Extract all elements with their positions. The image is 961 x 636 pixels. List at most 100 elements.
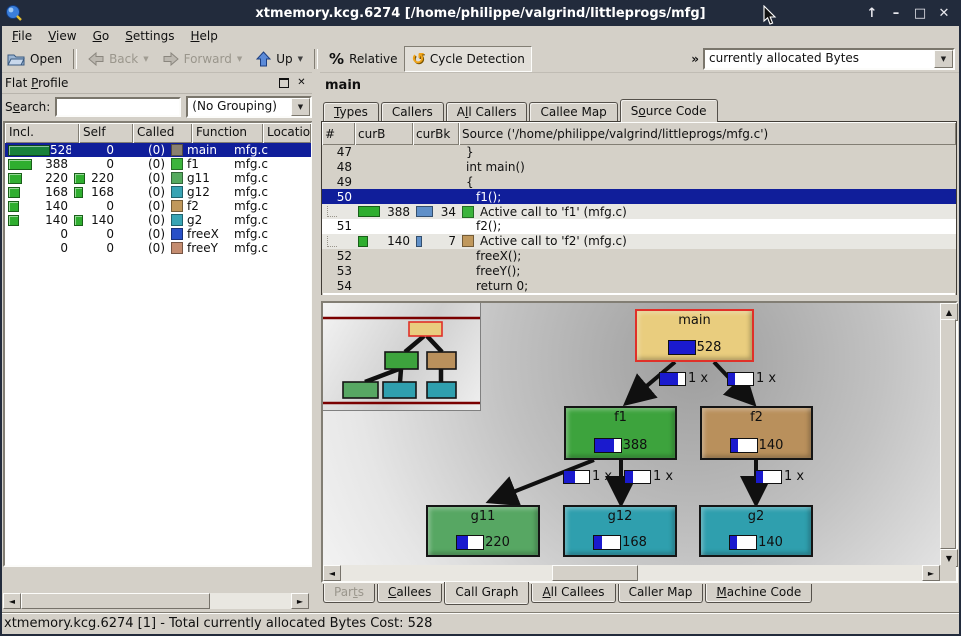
search-input[interactable] [55, 97, 181, 117]
back-button[interactable]: Back ▼ [81, 46, 156, 72]
source-call-row[interactable]: 38834Active call to 'f1' (mfg.c) [322, 204, 956, 219]
scroll-left-icon[interactable]: ◄ [323, 565, 341, 581]
dock-close-button[interactable]: ✕ [294, 76, 309, 89]
source-line-47[interactable]: 47} [322, 145, 956, 160]
source-call-row[interactable]: 1407Active call to 'f2' (mfg.c) [322, 234, 956, 249]
tab-callee-map[interactable]: Callee Map [529, 102, 617, 121]
menu-settings[interactable]: Settings [117, 28, 182, 44]
flat-profile-hscrollbar[interactable]: ◄ ► [3, 593, 309, 609]
search-row: Search: (No Grouping) ▼ [2, 94, 312, 120]
up-button[interactable]: Up ▼ [249, 46, 310, 72]
graph-node-g12[interactable]: g12 168 [563, 505, 677, 557]
flat-profile-row-g11[interactable]: 220220(0)g11mfg.c [5, 171, 311, 185]
column-header-incl[interactable]: Incl. [5, 123, 79, 143]
tab-callees[interactable]: Callees [377, 584, 442, 603]
forward-arrow-icon [163, 52, 179, 66]
curbk-cost-bar [416, 236, 422, 247]
tab-machine-code[interactable]: Machine Code [705, 584, 812, 603]
scroll-thumb[interactable] [940, 319, 956, 549]
graph-node-main[interactable]: main528 [635, 309, 754, 362]
scroll-thumb[interactable] [21, 593, 210, 609]
curbk-cost-bar [416, 206, 433, 217]
scroll-left-icon[interactable]: ◄ [3, 593, 21, 609]
forward-dropdown-icon[interactable]: ▼ [237, 55, 242, 63]
back-dropdown-icon[interactable]: ▼ [143, 55, 148, 63]
flat-profile-row-main[interactable]: 5280(0)mainmfg.c [5, 143, 311, 157]
graph-node-g11[interactable]: g11220 [426, 505, 540, 557]
self-value: 0 [106, 227, 114, 241]
flat-profile-row-g2[interactable]: 140140(0)g2mfg.c [5, 213, 311, 227]
combo-dropdown-icon[interactable]: ▼ [291, 98, 310, 116]
call-graph-canvas[interactable]: main528f1388f2140g11220g12168g21401 x1 x… [323, 303, 940, 565]
source-line-51[interactable]: 51f2(); [322, 219, 956, 234]
mouse-cursor [763, 5, 777, 26]
column-header-self[interactable]: Self [79, 123, 133, 143]
source-line-49[interactable]: 49{ [322, 175, 956, 190]
statusbar: xtmemory.kcg.6274 [1] - Total currently … [0, 612, 961, 634]
dock-float-button[interactable] [276, 76, 291, 89]
flat-profile-row-freeY[interactable]: 00(0)freeYmfg.c [5, 241, 311, 255]
menu-file[interactable]: File [4, 28, 40, 44]
event-type-combobox[interactable]: currently allocated Bytes ▼ [703, 48, 955, 70]
scroll-right-icon[interactable]: ► [922, 565, 940, 581]
curb-value: 140 [387, 234, 410, 248]
scroll-thumb[interactable] [552, 565, 638, 581]
up-dropdown-icon[interactable]: ▼ [298, 55, 303, 63]
graph-node-g2[interactable]: g2140 [699, 505, 813, 557]
source-column-curb[interactable]: curB [355, 122, 413, 145]
flat-profile-row-freeX[interactable]: 00(0)freeXmfg.c [5, 227, 311, 241]
shade-button[interactable]: ↑ [863, 6, 881, 21]
flat-profile-row-f2[interactable]: 1400(0)f2mfg.c [5, 199, 311, 213]
function-color-icon [171, 172, 183, 184]
combo-dropdown-icon[interactable]: ▼ [934, 50, 953, 68]
curbk-value: 7 [448, 234, 456, 248]
self-value: 220 [91, 171, 114, 185]
close-button[interactable]: ✕ [935, 6, 953, 21]
tab-source-code[interactable]: Source Code [620, 99, 718, 122]
tab-types[interactable]: Types [323, 102, 379, 121]
column-header-location[interactable]: Location [263, 123, 311, 143]
tab-callers[interactable]: Callers [381, 102, 444, 121]
open-button[interactable]: Open [0, 46, 69, 72]
source-column-source[interactable]: Source ('/home/philippe/valgrind/littlep… [459, 122, 956, 145]
tab-caller-map[interactable]: Caller Map [618, 584, 704, 603]
tab-all-callees[interactable]: All Callees [531, 584, 615, 603]
tab-all-callers[interactable]: All Callers [446, 102, 528, 121]
node-label: g12 [608, 509, 633, 524]
source-line-53[interactable]: 53freeY(); [322, 263, 956, 278]
scroll-right-icon[interactable]: ► [291, 593, 309, 609]
column-header-called[interactable]: Called [133, 123, 192, 143]
graph-node-f2[interactable]: f2140 [700, 406, 813, 460]
source-line-50[interactable]: 50f1(); [322, 189, 956, 204]
column-header-function[interactable]: Function [192, 123, 263, 143]
source-column-num[interactable]: # [322, 122, 355, 145]
vertical-splitter[interactable] [312, 72, 320, 612]
relative-button[interactable]: % Relative [322, 46, 404, 72]
flat-profile-row-f1[interactable]: 3880(0)f1mfg.c [5, 157, 311, 171]
menu-help[interactable]: Help [182, 28, 225, 44]
node-cost-bar [668, 340, 696, 355]
curb-value: 388 [387, 205, 410, 219]
source-column-curbk[interactable]: curBk [413, 122, 459, 145]
minimize-button[interactable]: – [887, 6, 905, 21]
node-cost-value: 168 [622, 535, 647, 550]
graph-node-f1[interactable]: f1388 [564, 406, 677, 460]
toolbar-overflow-chevron[interactable]: » [691, 52, 699, 66]
source-line-54[interactable]: 54return 0; [322, 278, 956, 293]
grouping-combobox[interactable]: (No Grouping) ▼ [186, 96, 312, 118]
source-line-48[interactable]: 48int main() [322, 160, 956, 175]
source-text: { [462, 175, 474, 189]
menu-go[interactable]: Go [85, 28, 118, 44]
flat-profile-row-g12[interactable]: 168168(0)g12mfg.c [5, 185, 311, 199]
tab-parts[interactable]: Parts [323, 584, 375, 603]
menu-view[interactable]: View [40, 28, 84, 44]
graph-hscrollbar[interactable]: ◄ ► [323, 565, 940, 581]
maximize-button[interactable]: □ [911, 6, 929, 21]
graph-vscrollbar[interactable]: ▲ ▼ [940, 303, 956, 565]
call-target-color-icon [462, 206, 474, 218]
tab-call-graph[interactable]: Call Graph [444, 582, 529, 605]
cycle-detection-button[interactable]: ↺ Cycle Detection [404, 46, 531, 72]
forward-button[interactable]: Forward ▼ [156, 46, 250, 72]
function-color-icon [171, 200, 183, 212]
source-line-52[interactable]: 52freeX(); [322, 249, 956, 264]
